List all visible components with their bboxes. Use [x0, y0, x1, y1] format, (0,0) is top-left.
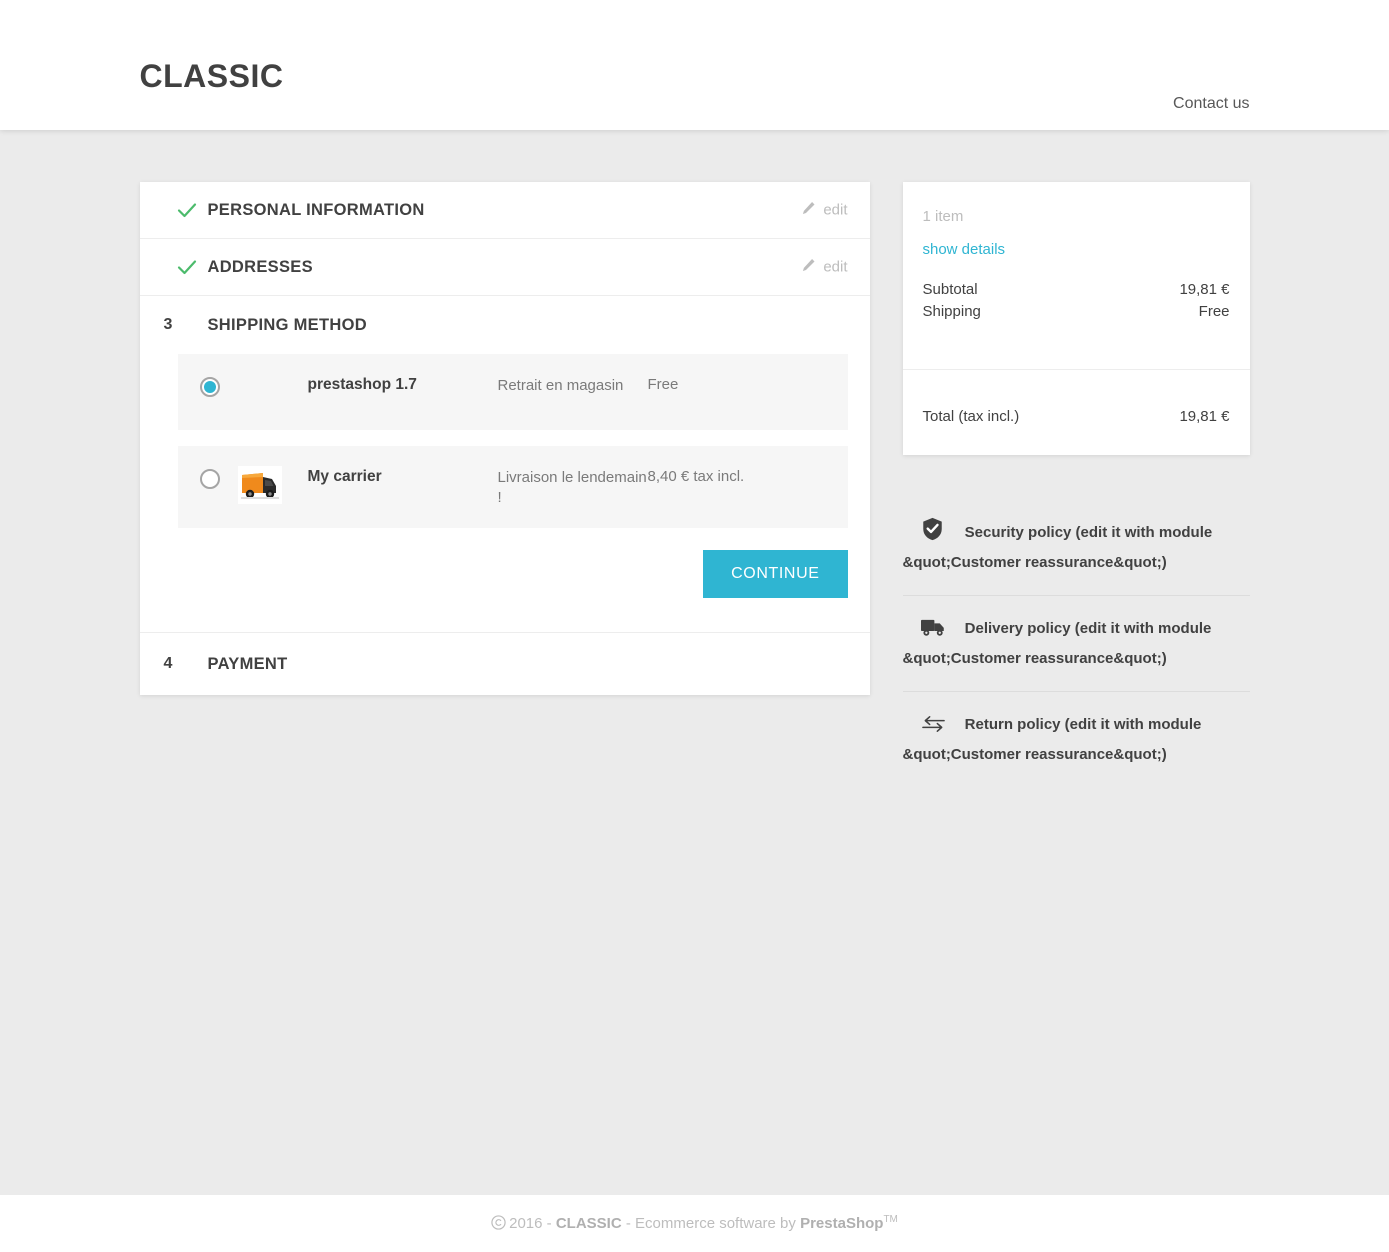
reassurance-text-return: Return policy (edit it with module &quot…	[902, 716, 1202, 763]
delivery-option-radio-cell	[199, 466, 238, 489]
cart-summary-label: Subtotal	[922, 281, 978, 298]
return-arrows-icon	[921, 715, 947, 742]
continue-button[interactable]: Continue	[703, 550, 848, 598]
delivery-option-radio-my-carrier[interactable]	[199, 469, 220, 489]
step-header-personal-information: PERSONAL INFORMATION edit	[140, 182, 870, 238]
reassurance-item-return[interactable]: Return policy (edit it with module &quot…	[903, 692, 1250, 787]
delivery-option-radio-prestashop[interactable]	[199, 377, 220, 397]
footer-shop-name: CLASSIC	[555, 1214, 622, 1232]
footer-platform: PrestaShop	[800, 1214, 884, 1232]
delivery-option-name: My carrier	[307, 468, 382, 485]
delivery-option-delay: Livraison le lendemain !	[497, 469, 647, 506]
check-icon	[162, 199, 208, 221]
sidebar-column: 1 item show details Subtotal 19,81 € Shi…	[902, 182, 1250, 787]
step-header-addresses: ADDRESSES edit	[140, 239, 870, 295]
pencil-icon	[801, 258, 816, 277]
header-inner: CLASSIC Contact us	[140, 0, 1250, 130]
cart-summary-total-row: Total (tax incl.) 19,81 €	[902, 369, 1250, 455]
brand-logo[interactable]: CLASSIC	[140, 60, 284, 92]
step-title-payment: PAYMENT	[207, 654, 288, 673]
page-background: PERSONAL INFORMATION edit ADDRESSES edit…	[0, 130, 1389, 1195]
orange-truck-image	[237, 466, 282, 504]
checkout-step-personal-information: PERSONAL INFORMATION edit	[139, 182, 870, 239]
reassurance-block: Security policy (edit it with module &qu…	[902, 497, 1250, 787]
cart-summary-amount: 19,81 €	[1179, 281, 1230, 298]
copyright-icon	[491, 1214, 506, 1234]
delivery-option-price: Free	[647, 376, 679, 393]
footer-sep-left: -	[542, 1214, 556, 1232]
checkout-step-payment: 4 PAYMENT	[140, 633, 870, 695]
checkout-step-addresses: ADDRESSES edit	[139, 239, 870, 296]
footer-sep-right: -	[621, 1214, 636, 1232]
site-header: CLASSIC Contact us	[0, 0, 1389, 130]
shield-check-icon	[921, 517, 947, 550]
cart-total-amount: 19,81 €	[1179, 408, 1230, 425]
cart-total-label: Total (tax incl.)	[922, 408, 1020, 425]
cart-summary-top: 1 item show details Subtotal 19,81 € Shi…	[903, 182, 1250, 369]
step-number-payment: 4	[163, 655, 173, 672]
footer-year: 2016	[509, 1214, 543, 1232]
site-footer: 2016 - CLASSIC - Ecommerce software by P…	[0, 1195, 1389, 1252]
cart-summary-label: Shipping	[922, 303, 981, 320]
step-title-addresses: ADDRESSES	[207, 257, 313, 276]
delivery-option-price: 8,40 € tax incl.	[647, 468, 745, 485]
step-title-shipping-method: SHIPPING METHOD	[207, 315, 367, 334]
checkout-card: PERSONAL INFORMATION edit ADDRESSES edit…	[139, 182, 870, 695]
cart-summary-card: 1 item show details Subtotal 19,81 € Shi…	[902, 182, 1250, 455]
check-icon	[162, 256, 208, 278]
footer-copyright: 2016 - CLASSIC - Ecommerce software by P…	[491, 1214, 898, 1234]
footer-trademark: TM	[883, 1213, 898, 1225]
reassurance-text-security: Security policy (edit it with module &qu…	[902, 524, 1213, 571]
reassurance-text-delivery: Delivery policy (edit it with module &qu…	[902, 620, 1212, 667]
edit-link-personal-information[interactable]: edit	[801, 201, 848, 220]
shipping-options-list: prestashop 1.7 Retrait en magasin Free M…	[140, 354, 870, 632]
step-number-shipping-method: 3	[163, 316, 173, 333]
edit-link-addresses[interactable]: edit	[801, 258, 848, 277]
delivery-option-logo-cell	[237, 466, 308, 504]
cart-item-count: 1 item	[922, 208, 964, 225]
continue-row: Continue	[178, 544, 848, 626]
delivery-option-name: prestashop 1.7	[307, 376, 417, 393]
step-header-shipping-method: 3 SHIPPING METHOD	[140, 296, 870, 354]
edit-label: edit	[823, 201, 848, 219]
step-header-payment: 4 PAYMENT	[140, 633, 870, 695]
pencil-icon	[801, 201, 816, 220]
edit-label: edit	[823, 258, 848, 276]
delivery-truck-icon	[920, 617, 947, 646]
delivery-option-radio-cell	[199, 374, 238, 397]
reassurance-item-security[interactable]: Security policy (edit it with module &qu…	[902, 497, 1250, 596]
delivery-option-row[interactable]: My carrier Livraison le lendemain ! 8,40…	[177, 446, 848, 528]
content-grid: PERSONAL INFORMATION edit ADDRESSES edit…	[139, 182, 1250, 787]
delivery-option-row[interactable]: prestashop 1.7 Retrait en magasin Free	[177, 354, 848, 430]
show-details-link[interactable]: show details	[923, 241, 1006, 258]
cart-summary-line-subtotal: Subtotal 19,81 €	[923, 279, 1230, 301]
step-title-personal-information: PERSONAL INFORMATION	[207, 200, 425, 219]
footer-software-text: Ecommerce software by	[635, 1214, 801, 1232]
checkout-step-shipping-method: 3 SHIPPING METHOD prestashop 1.7 Retrait…	[139, 296, 870, 633]
delivery-option-delay: Retrait en magasin	[497, 377, 624, 394]
cart-summary-line-shipping: Shipping Free	[923, 301, 1230, 323]
reassurance-item-delivery[interactable]: Delivery policy (edit it with module &qu…	[902, 596, 1250, 692]
checkout-column: PERSONAL INFORMATION edit ADDRESSES edit…	[139, 182, 870, 695]
cart-summary-amount: Free	[1198, 303, 1230, 320]
contact-us-link[interactable]: Contact us	[1173, 95, 1249, 113]
